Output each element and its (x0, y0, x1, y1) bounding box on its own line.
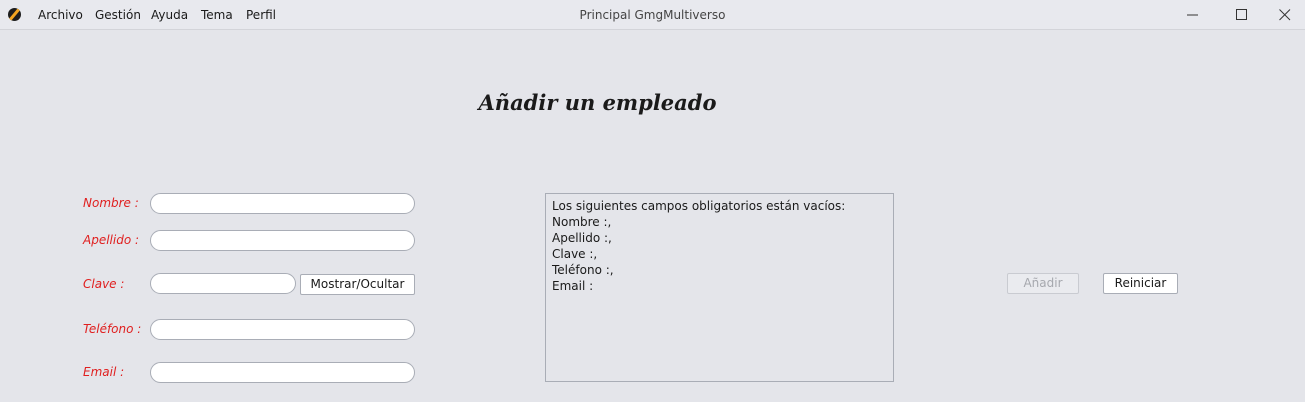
validation-message-box[interactable]: Los siguientes campos obligatorios están… (545, 193, 894, 382)
page-title: Añadir un empleado (478, 90, 717, 115)
title-bar: Archivo Gestión Ayuda Tema Perfil Princi… (0, 0, 1305, 30)
maximize-button[interactable] (1221, 0, 1263, 30)
email-label: Email : (83, 365, 125, 379)
menu-archivo[interactable]: Archivo (38, 0, 83, 30)
app-logo-icon (8, 8, 21, 21)
toggle-password-button[interactable]: Mostrar/Ocultar (300, 274, 415, 295)
maximize-icon (1236, 9, 1247, 20)
validation-line: Los siguientes campos obligatorios están… (552, 199, 846, 213)
close-button[interactable] (1264, 0, 1305, 30)
add-employee-button[interactable]: Añadir (1007, 273, 1079, 294)
window-title: Principal GmgMultiverso (579, 8, 726, 22)
validation-line: Teléfono :, (552, 263, 614, 277)
menu-tema[interactable]: Tema (201, 0, 233, 30)
telefono-field[interactable] (150, 319, 415, 340)
email-field[interactable] (150, 362, 415, 383)
clave-field[interactable] (150, 273, 296, 294)
nombre-field[interactable] (150, 193, 415, 214)
apellido-field[interactable] (150, 230, 415, 251)
menu-ayuda[interactable]: Ayuda (151, 0, 188, 30)
apellido-label: Apellido : (83, 233, 140, 247)
validation-line: Clave :, (552, 247, 598, 261)
nombre-label: Nombre : (83, 196, 139, 210)
menu-perfil[interactable]: Perfil (246, 0, 276, 30)
validation-line: Nombre :, (552, 215, 612, 229)
reset-button[interactable]: Reiniciar (1103, 273, 1178, 294)
minimize-button[interactable] (1172, 0, 1214, 30)
close-icon (1279, 9, 1291, 21)
menu-gestion[interactable]: Gestión (95, 0, 141, 30)
validation-line: Email : (552, 279, 594, 293)
validation-line: Apellido :, (552, 231, 612, 245)
telefono-label: Teléfono : (83, 322, 142, 336)
minimize-icon (1187, 14, 1198, 16)
clave-label: Clave : (83, 277, 125, 291)
